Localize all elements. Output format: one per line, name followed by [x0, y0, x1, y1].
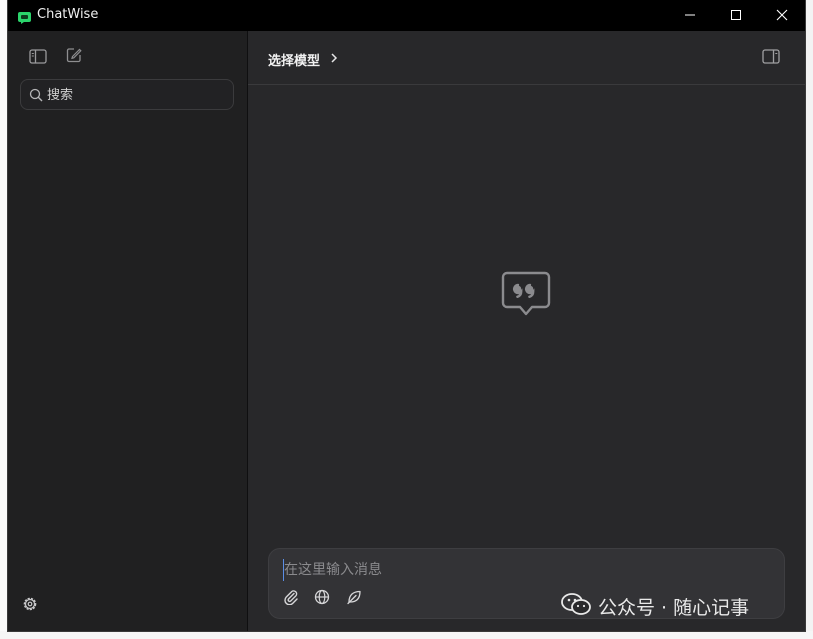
- globe-icon: [314, 589, 330, 609]
- right-panel-toggle-button[interactable]: [759, 47, 783, 69]
- minimize-icon: [684, 6, 696, 25]
- sidebar-toggle-button[interactable]: [26, 47, 50, 69]
- quote-bubble-icon: [501, 271, 551, 323]
- watermark: 公众号 · 随心记事: [560, 592, 749, 621]
- maximize-icon: [730, 6, 742, 25]
- background-bottom: [0, 631, 813, 639]
- close-icon: [776, 6, 788, 25]
- maximize-button[interactable]: [713, 0, 759, 31]
- window-title: ChatWise: [37, 7, 99, 22]
- search-box[interactable]: [20, 79, 234, 110]
- close-button[interactable]: [759, 0, 805, 31]
- minimize-button[interactable]: [667, 0, 713, 31]
- web-search-button[interactable]: [310, 587, 334, 611]
- model-select-label: 选择模型: [268, 53, 321, 69]
- wechat-icon: [560, 592, 592, 621]
- app-window: ChatWise 搜索 选择模型 在这里输入消息: [8, 0, 805, 631]
- header-divider: [248, 84, 805, 85]
- message-input[interactable]: [283, 559, 764, 581]
- gear-icon: [22, 596, 38, 616]
- chatwise-logo-icon: [18, 9, 31, 24]
- leaf-button[interactable]: [342, 587, 366, 611]
- chat-main: 选择模型: [248, 31, 805, 631]
- model-select-button[interactable]: 选择模型: [268, 48, 338, 70]
- background-strip: [0, 0, 8, 639]
- attach-button[interactable]: [279, 587, 303, 611]
- right-panel-toggle-icon: [762, 48, 780, 68]
- sidebar: [8, 31, 247, 631]
- title-bar: ChatWise: [8, 0, 805, 31]
- new-chat-button[interactable]: [62, 46, 86, 68]
- search-input[interactable]: [47, 84, 227, 106]
- new-chat-icon: [66, 47, 82, 67]
- search-icon: [29, 87, 43, 106]
- watermark-text: 公众号 · 随心记事: [598, 597, 750, 619]
- leaf-icon: [346, 589, 362, 609]
- paperclip-icon: [283, 589, 299, 609]
- settings-button[interactable]: [20, 596, 40, 616]
- chevron-right-icon: [330, 52, 338, 67]
- sidebar-toggle-icon: [29, 48, 47, 68]
